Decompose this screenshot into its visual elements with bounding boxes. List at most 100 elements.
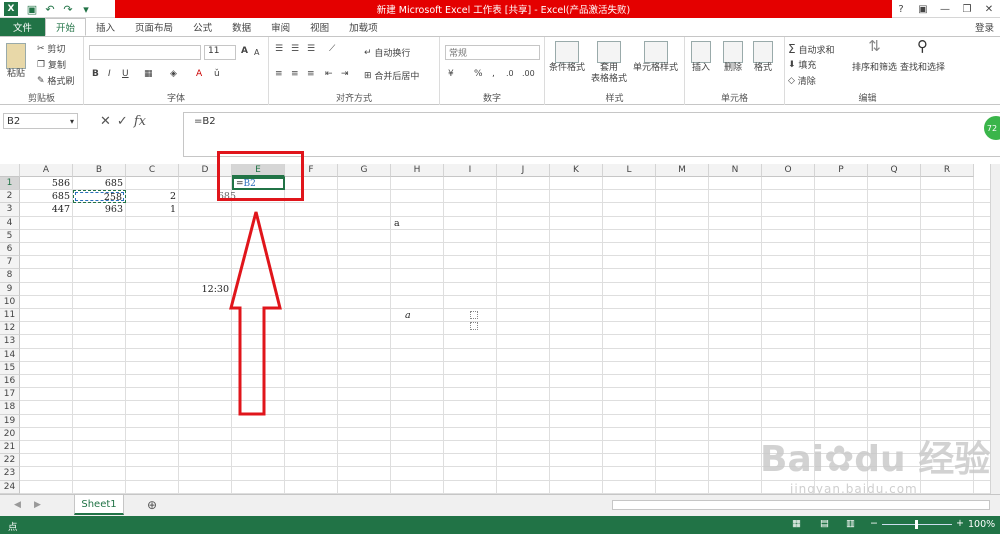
shrink-font-button[interactable]: A bbox=[254, 48, 259, 57]
column-header-n[interactable]: N bbox=[709, 164, 762, 177]
cell-d9[interactable]: 12:30 bbox=[179, 283, 232, 296]
clear-button[interactable]: ◇ 清除 bbox=[788, 74, 816, 88]
autosum-button[interactable]: Σ 自动求和 bbox=[788, 42, 834, 56]
cell-b1[interactable]: 685 bbox=[73, 177, 126, 190]
row-header-17[interactable]: 17 bbox=[0, 388, 20, 402]
row-header-6[interactable]: 6 bbox=[0, 243, 20, 257]
login-link[interactable]: 登录 bbox=[975, 20, 994, 34]
paste-button[interactable]: 粘贴 bbox=[6, 43, 26, 80]
customize-qat-icon[interactable]: ▾ bbox=[77, 1, 95, 17]
row-header-15[interactable]: 15 bbox=[0, 361, 20, 375]
row-header-16[interactable]: 16 bbox=[0, 375, 20, 389]
zoom-slider[interactable] bbox=[882, 520, 952, 529]
borders-icon[interactable]: ▦ bbox=[144, 69, 153, 79]
cell-b2[interactable]: 258 bbox=[73, 190, 126, 204]
zoom-out-button[interactable]: − bbox=[870, 518, 878, 529]
cell-a1[interactable]: 586 bbox=[20, 177, 73, 190]
row-header-24[interactable]: 24 bbox=[0, 480, 20, 494]
tab-page-layout[interactable]: 页面布局 bbox=[125, 18, 183, 36]
cell-a2[interactable]: 685 bbox=[20, 190, 73, 203]
paste-options-icon[interactable] bbox=[470, 311, 478, 319]
copy-button[interactable]: ❐ 复制 bbox=[37, 58, 66, 72]
orientation-icon[interactable]: ⟋ bbox=[329, 44, 335, 54]
column-header-k[interactable]: K bbox=[550, 164, 603, 177]
column-header-r[interactable]: R bbox=[921, 164, 974, 177]
row-header-8[interactable]: 8 bbox=[0, 269, 20, 283]
row-header-18[interactable]: 18 bbox=[0, 401, 20, 415]
cell-styles-button[interactable]: 单元格样式 bbox=[633, 41, 678, 74]
align-right-icon[interactable]: ≡ bbox=[307, 69, 315, 79]
redo-icon[interactable]: ↷ bbox=[59, 1, 77, 17]
row-header-14[interactable]: 14 bbox=[0, 348, 20, 362]
align-middle-icon[interactable]: ☰ bbox=[291, 44, 299, 54]
column-header-i[interactable]: I bbox=[444, 164, 497, 177]
row-header-23[interactable]: 23 bbox=[0, 467, 20, 481]
decrease-indent-icon[interactable]: ⇤ bbox=[325, 69, 333, 79]
select-all-corner[interactable] bbox=[0, 164, 20, 177]
underline-button[interactable]: U bbox=[122, 69, 129, 79]
undo-icon[interactable]: ↶ bbox=[41, 1, 59, 17]
row-header-4[interactable]: 4 bbox=[0, 216, 20, 230]
normal-view-icon[interactable]: ▦ bbox=[792, 518, 801, 529]
tab-view[interactable]: 视图 bbox=[300, 18, 339, 36]
align-left-icon[interactable]: ≡ bbox=[275, 69, 283, 79]
column-header-a[interactable]: A bbox=[20, 164, 73, 177]
format-as-table-button[interactable]: 套用 表格格式 bbox=[591, 41, 627, 85]
grow-font-button[interactable]: A bbox=[241, 46, 248, 56]
sheet-tab-sheet1[interactable]: Sheet1 bbox=[74, 495, 124, 515]
page-layout-view-icon[interactable]: ▤ bbox=[820, 518, 829, 529]
font-name-select[interactable] bbox=[89, 45, 201, 60]
tab-formulas[interactable]: 公式 bbox=[183, 18, 222, 36]
decrease-decimal-icon[interactable]: .00 bbox=[522, 69, 535, 78]
fill-button[interactable]: ⬇ 填充 bbox=[788, 58, 816, 72]
tab-file[interactable]: 文件 bbox=[0, 18, 46, 36]
row-header-20[interactable]: 20 bbox=[0, 427, 20, 441]
cancel-entry-icon[interactable]: ✕ bbox=[100, 114, 111, 129]
page-break-view-icon[interactable]: ▥ bbox=[846, 518, 855, 529]
merge-center-button[interactable]: ⊞ 合并后居中 bbox=[364, 69, 419, 83]
column-header-h[interactable]: H bbox=[391, 164, 444, 177]
cell-a3[interactable]: 447 bbox=[20, 203, 73, 216]
wrap-text-button[interactable]: ↵ 自动换行 bbox=[364, 46, 410, 60]
column-header-o[interactable]: O bbox=[762, 164, 815, 177]
format-painter-button[interactable]: ✎ 格式刷 bbox=[37, 74, 74, 88]
tab-review[interactable]: 审阅 bbox=[261, 18, 300, 36]
row-header-13[interactable]: 13 bbox=[0, 335, 20, 349]
column-header-c[interactable]: C bbox=[126, 164, 179, 177]
row-header-19[interactable]: 19 bbox=[0, 414, 20, 428]
insert-function-icon[interactable]: fx bbox=[134, 114, 146, 129]
row-header-10[interactable]: 10 bbox=[0, 295, 20, 309]
column-header-q[interactable]: Q bbox=[868, 164, 921, 177]
tab-data[interactable]: 数据 bbox=[222, 18, 261, 36]
increase-indent-icon[interactable]: ⇥ bbox=[341, 69, 349, 79]
currency-icon[interactable]: ¥ bbox=[448, 69, 454, 79]
increase-decimal-icon[interactable]: .0 bbox=[506, 69, 514, 78]
cell-c3[interactable]: 1 bbox=[126, 203, 179, 216]
row-header-22[interactable]: 22 bbox=[0, 454, 20, 468]
font-color-icon[interactable]: A bbox=[196, 69, 202, 79]
cut-button[interactable]: ✂ 剪切 bbox=[37, 42, 65, 56]
minimize-button[interactable]: — bbox=[934, 0, 956, 18]
column-header-p[interactable]: P bbox=[815, 164, 868, 177]
conditional-format-button[interactable]: 条件格式 bbox=[549, 41, 585, 74]
row-header-21[interactable]: 21 bbox=[0, 441, 20, 455]
row-header-9[interactable]: 9 bbox=[0, 282, 20, 296]
horizontal-scrollbar[interactable] bbox=[612, 500, 990, 510]
format-cells-button[interactable]: 格式 bbox=[753, 41, 773, 74]
row-header-1[interactable]: 1 bbox=[0, 177, 20, 191]
confirm-entry-icon[interactable]: ✓ bbox=[117, 114, 128, 129]
fill-color-icon[interactable]: ◈ bbox=[170, 69, 177, 79]
formula-input[interactable]: =B2 bbox=[183, 112, 1000, 157]
help-icon[interactable]: ? bbox=[890, 0, 912, 18]
tab-addins[interactable]: 加载项 bbox=[339, 18, 388, 36]
row-header-2[interactable]: 2 bbox=[0, 190, 20, 204]
bold-button[interactable]: B bbox=[92, 69, 99, 79]
sheet-next-icon[interactable]: ▶ bbox=[34, 500, 41, 510]
sheet-prev-icon[interactable]: ◀ bbox=[14, 500, 21, 510]
vertical-scrollbar[interactable] bbox=[990, 164, 1000, 494]
zoom-slider-thumb[interactable] bbox=[915, 520, 918, 529]
sort-filter-button[interactable]: ⇅ 排序和筛选 bbox=[852, 39, 897, 74]
quick-analysis-icon[interactable] bbox=[470, 322, 478, 330]
align-top-icon[interactable]: ☰ bbox=[275, 44, 283, 54]
comma-button[interactable]: , bbox=[492, 69, 495, 79]
